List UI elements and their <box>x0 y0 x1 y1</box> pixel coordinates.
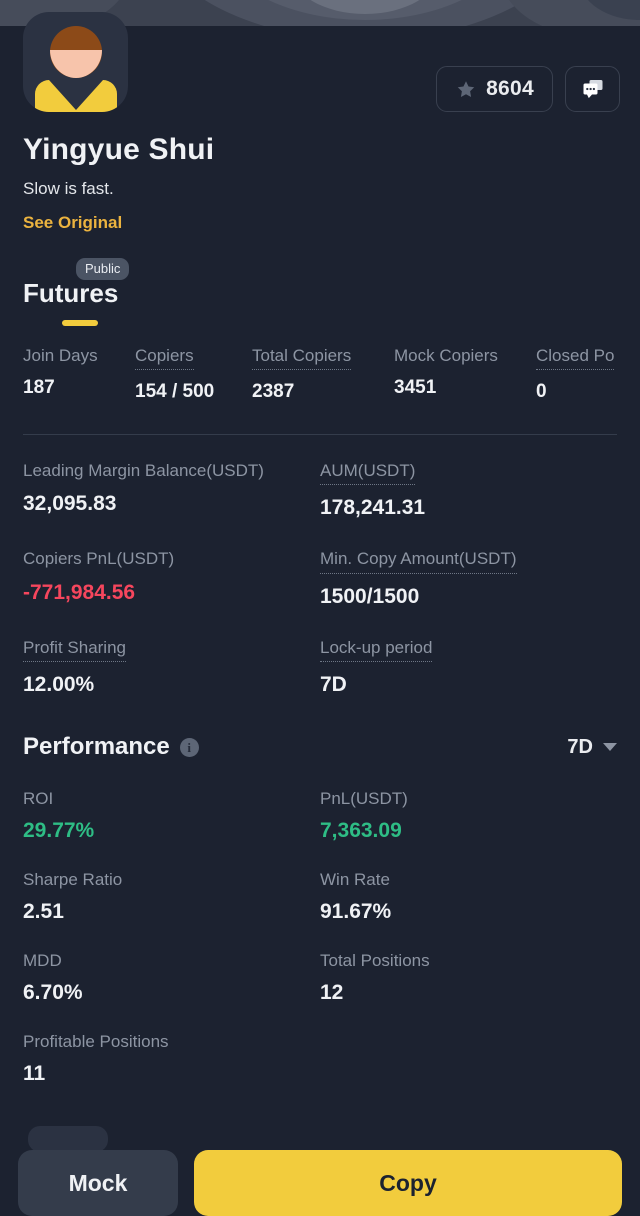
performance-empty-cell <box>320 1032 617 1086</box>
performance-total-positions: Total Positions 12 <box>320 951 617 1005</box>
metric-value: 154 / 500 <box>135 381 215 403</box>
performance-range-selector[interactable]: 7D <box>567 736 617 759</box>
detail-row: Profit Sharing 12.00% Lock-up period 7D <box>23 637 617 697</box>
chevron-down-icon <box>603 743 617 751</box>
page-title: Yingyue Shui <box>23 133 215 166</box>
performance-row: Profitable Positions 11 <box>23 1032 617 1086</box>
detail-copiers-pnl: Copiers PnL(USDT) -771,984.56 <box>23 548 320 608</box>
performance-win-rate: Win Rate 91.67% <box>320 870 617 924</box>
performance-label: Sharpe Ratio <box>23 870 123 889</box>
detail-row: Leading Margin Balance(USDT) 32,095.83 A… <box>23 460 617 520</box>
performance-value: 12 <box>320 981 344 1004</box>
tab-active-indicator <box>62 320 98 326</box>
metric-label: Mock Copiers <box>394 346 498 365</box>
detail-min-copy-amount: Min. Copy Amount(USDT) 1500/1500 <box>320 548 617 608</box>
detail-profit-sharing: Profit Sharing 12.00% <box>23 637 320 697</box>
performance-label: Total Positions <box>320 951 430 970</box>
mock-button[interactable]: Mock <box>18 1150 178 1216</box>
performance-row: Sharpe Ratio 2.51 Win Rate 91.67% <box>23 870 617 924</box>
performance-sharpe-ratio: Sharpe Ratio 2.51 <box>23 870 320 924</box>
detail-value: 7D <box>320 672 347 696</box>
chat-button[interactable] <box>565 66 620 112</box>
metric-value: 187 <box>23 377 55 399</box>
metric-label[interactable]: Copiers <box>135 345 194 371</box>
metric-mock-copiers: Mock Copiers 3451 <box>394 345 536 403</box>
performance-value: 6.70% <box>23 981 83 1004</box>
detail-value: -771,984.56 <box>23 580 136 604</box>
performance-label: PnL(USDT) <box>320 789 408 808</box>
performance-mdd: MDD 6.70% <box>23 951 320 1005</box>
avatar[interactable] <box>23 12 128 112</box>
chat-bubble-icon <box>581 78 605 100</box>
partially-visible-card <box>28 1126 108 1152</box>
performance-label: ROI <box>23 789 54 808</box>
detail-value: 1500/1500 <box>320 584 420 608</box>
identity-block: Yingyue Shui Slow is fast. See Original <box>23 133 583 233</box>
detail-value: 178,241.31 <box>320 496 426 520</box>
performance-profitable-positions: Profitable Positions 11 <box>23 1032 320 1086</box>
performance-pnl: PnL(USDT) 7,363.09 <box>320 789 617 843</box>
favorite-button[interactable]: 8604 <box>436 66 553 112</box>
see-original-link[interactable]: See Original <box>23 213 122 233</box>
metric-value: 2387 <box>252 381 295 403</box>
detail-label[interactable]: Lock-up period <box>320 637 433 662</box>
performance-roi: ROI 29.77% <box>23 789 320 843</box>
performance-grid: ROI 29.77% PnL(USDT) 7,363.09 Sharpe Rat… <box>23 789 617 1113</box>
detail-label: Copiers PnL(USDT) <box>23 549 175 569</box>
performance-value: 11 <box>23 1062 46 1085</box>
profile-tagline: Slow is fast. <box>23 179 114 198</box>
performance-label: Win Rate <box>320 870 390 889</box>
performance-value: 2.51 <box>23 900 64 923</box>
detail-value: 32,095.83 <box>23 492 117 516</box>
detail-row: Copiers PnL(USDT) -771,984.56 Min. Copy … <box>23 548 617 608</box>
detail-label[interactable]: AUM(USDT) <box>320 460 416 486</box>
performance-header: Performance i 7D <box>23 733 617 761</box>
performance-range-label: 7D <box>567 735 593 758</box>
performance-value: 7,363.09 <box>320 819 402 842</box>
account-details-grid: Leading Margin Balance(USDT) 32,095.83 A… <box>23 460 617 725</box>
metric-total-copiers: Total Copiers 2387 <box>252 345 394 403</box>
performance-label: Profitable Positions <box>23 1032 169 1051</box>
header-actions: 8604 <box>436 66 620 112</box>
metric-label[interactable]: Total Copiers <box>252 345 352 371</box>
performance-value: 29.77% <box>23 819 95 842</box>
performance-label: MDD <box>23 951 62 970</box>
detail-label: Leading Margin Balance(USDT) <box>23 461 264 480</box>
performance-title: Performance <box>23 733 170 760</box>
detail-value: 12.00% <box>23 672 95 696</box>
detail-leading-margin-balance: Leading Margin Balance(USDT) 32,095.83 <box>23 460 320 520</box>
tab-label: Futures <box>23 278 119 308</box>
detail-label[interactable]: Min. Copy Amount(USDT) <box>320 548 517 574</box>
metric-label: Join Days <box>23 346 98 365</box>
performance-row: ROI 29.77% PnL(USDT) 7,363.09 <box>23 789 617 843</box>
status-badge: Public <box>76 258 130 280</box>
detail-label[interactable]: Profit Sharing <box>23 637 126 662</box>
metric-closed-positions: Closed Po 0 <box>536 345 640 403</box>
metric-value: 0 <box>536 381 547 403</box>
favorite-count: 8604 <box>486 77 534 100</box>
metric-copiers: Copiers 154 / 500 <box>135 345 252 403</box>
metric-value: 3451 <box>394 377 437 399</box>
metrics-row[interactable]: Join Days 187 Copiers 154 / 500 Total Co… <box>23 345 640 403</box>
avatar-face <box>50 50 102 78</box>
star-icon <box>455 79 477 100</box>
detail-aum: AUM(USDT) 178,241.31 <box>320 460 617 520</box>
performance-row: MDD 6.70% Total Positions 12 <box>23 951 617 1005</box>
metric-label[interactable]: Closed Po <box>536 345 615 371</box>
info-icon[interactable]: i <box>179 737 199 757</box>
copy-button[interactable]: Copy <box>194 1150 622 1216</box>
bottom-action-bar: Mock Copy <box>0 1150 640 1216</box>
performance-value: 91.67% <box>320 900 392 923</box>
section-divider <box>23 434 617 435</box>
metric-join-days: Join Days 187 <box>23 345 135 403</box>
detail-lockup-period: Lock-up period 7D <box>320 637 617 697</box>
